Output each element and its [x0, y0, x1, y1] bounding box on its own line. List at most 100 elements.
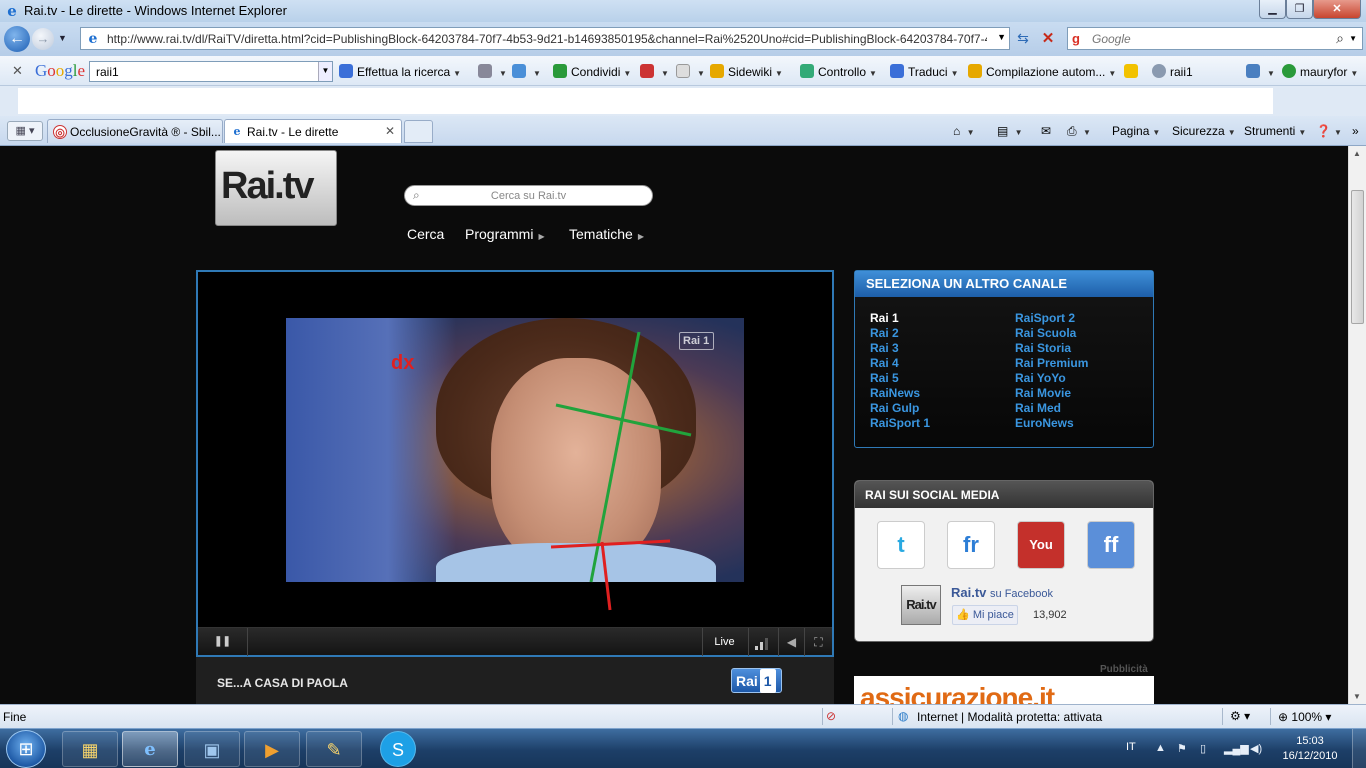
protected-mode-icon[interactable]: ⚙ ▾ — [1230, 709, 1250, 723]
tab-raitv[interactable]: e Rai.tv - Le dirette ✕ — [224, 119, 402, 143]
volume-icon[interactable]: ◀ — [778, 628, 804, 656]
strumenti-menu[interactable]: Strumenti ▼ — [1244, 124, 1306, 138]
facebook-page-name[interactable]: Rai.tv su Facebook — [951, 585, 1053, 600]
maximize-button[interactable]: ❐ — [1286, 0, 1313, 19]
security-zone[interactable]: Internet | Modalità protetta: attivata — [917, 710, 1102, 724]
channel-link[interactable]: RaiSport 1 — [870, 416, 930, 431]
explorer-taskbar-icon[interactable]: ▦ — [62, 731, 118, 767]
channel-link[interactable]: Rai YoYo — [1015, 371, 1088, 386]
channel-link[interactable]: Rai Storia — [1015, 341, 1088, 356]
like-button[interactable]: 👍 Mi piace — [952, 605, 1018, 625]
pagina-menu[interactable]: Pagina ▼ — [1112, 124, 1160, 138]
channel-link[interactable]: EuroNews — [1015, 416, 1088, 431]
channel-link[interactable]: RaiSport 2 — [1015, 311, 1088, 326]
friendfeed-ff-icon[interactable]: ff — [1087, 521, 1135, 569]
channel-link[interactable]: Rai Gulp — [870, 401, 930, 416]
forward-button[interactable]: → — [32, 28, 54, 50]
friendfeed-icon[interactable]: fr — [947, 521, 995, 569]
nav-programmi[interactable]: Programmi ▶ — [465, 226, 545, 242]
address-bar[interactable]: e http://www.rai.tv/dl/RaiTV/diretta.htm… — [80, 27, 1010, 50]
zoom-level[interactable]: ⊕ 100% ▾ — [1278, 710, 1331, 724]
quality-icon[interactable] — [748, 628, 776, 656]
channel-link[interactable]: Rai Movie — [1015, 386, 1088, 401]
show-desktop-button[interactable] — [1352, 729, 1366, 768]
clock[interactable]: 15:03 16/12/2010 — [1280, 734, 1340, 764]
add-button-icon[interactable]: ▼ — [512, 64, 541, 79]
account-button[interactable]: mauryfor ▼ — [1282, 64, 1358, 79]
query-dropdown-icon[interactable]: ▼ — [318, 62, 332, 81]
devices-icon[interactable]: ▯ — [1200, 742, 1214, 755]
condividi-button[interactable]: Condividi ▼ — [553, 64, 631, 79]
fullscreen-icon[interactable]: ⛶ — [804, 628, 832, 656]
skype-taskbar-icon[interactable]: S — [380, 731, 416, 767]
print-button[interactable]: ⎙ ▼ — [1067, 124, 1091, 139]
ad-banner[interactable]: assicurazione.it — [854, 676, 1154, 704]
close-toolbar-icon[interactable]: ✕ — [12, 63, 23, 79]
network-taskbar-icon[interactable]: ▣ — [184, 731, 240, 767]
video-player[interactable]: dx Rai 1 ❚❚ Live ◀ ⛶ — [196, 270, 834, 657]
search-icon[interactable]: ⌕ — [1336, 30, 1344, 47]
quick-tabs-button[interactable]: ▦ ▾ — [7, 121, 43, 141]
toolbar-overflow-icon[interactable]: » — [1352, 124, 1359, 138]
twitter-icon[interactable]: t — [877, 521, 925, 569]
effettua-ricerca-button[interactable]: Effettua la ricerca ▼ — [339, 64, 461, 79]
feeds-button[interactable]: ▤ ▼ — [997, 124, 1023, 138]
minimize-button[interactable]: ▁ — [1259, 0, 1286, 19]
search-dropdown-icon[interactable]: ▼ — [1349, 34, 1357, 43]
channel-link[interactable]: Rai Med — [1015, 401, 1088, 416]
tab-occlusione[interactable]: ◎ OcclusioneGravità ® - Sbil... — [47, 119, 223, 143]
volume-tray-icon[interactable]: ◀) — [1250, 742, 1264, 755]
page-scrollbar[interactable]: ▲ ▼ — [1348, 146, 1366, 704]
action-center-icon[interactable]: ⚑ — [1177, 742, 1191, 755]
channel-link[interactable]: Rai 4 — [870, 356, 930, 371]
user-raii1-button[interactable]: raii1 — [1152, 64, 1193, 79]
close-window-button[interactable]: ✕ — [1313, 0, 1361, 19]
url-text[interactable]: http://www.rai.tv/dl/RaiTV/diretta.html?… — [107, 32, 987, 46]
mail-icon[interactable]: ✉ — [1041, 124, 1051, 138]
pause-button[interactable]: ❚❚ — [198, 628, 248, 656]
channel-link[interactable]: Rai 1 — [870, 311, 930, 326]
raitv-logo[interactable]: Rai.tv — [215, 150, 337, 226]
scroll-thumb[interactable] — [1351, 190, 1364, 324]
sicurezza-menu[interactable]: Sicurezza ▼ — [1172, 124, 1236, 138]
network-signal-icon[interactable]: ▂▄▆ — [1224, 742, 1249, 755]
raitv-fb-avatar[interactable]: Rai.tv — [901, 585, 941, 625]
help-icon[interactable]: ❓ ▼ — [1316, 124, 1342, 138]
ie-taskbar-icon[interactable]: e — [122, 731, 178, 767]
refresh-button[interactable]: ⇆ — [1013, 30, 1033, 48]
channel-link[interactable]: Rai 3 — [870, 341, 930, 356]
url-dropdown-icon[interactable]: ▼ — [997, 32, 1006, 42]
tray-expand-icon[interactable]: ▲ — [1155, 742, 1169, 754]
popup-blocker-icon[interactable]: ▼ — [640, 64, 669, 79]
channel-link[interactable]: Rai 5 — [870, 371, 930, 386]
back-button[interactable]: ← — [4, 26, 30, 52]
privacy-icon[interactable]: ⊘ — [826, 709, 836, 723]
start-button[interactable]: ⊞ — [6, 730, 46, 768]
language-indicator[interactable]: IT — [1126, 741, 1136, 753]
history-dropdown-icon[interactable]: ▼ — [58, 33, 67, 43]
live-button[interactable]: Live — [702, 628, 746, 656]
channel-link[interactable]: RaiNews — [870, 386, 930, 401]
channel-link[interactable]: Rai 2 — [870, 326, 930, 341]
search-box[interactable]: g Google ⌕ ▼ — [1067, 27, 1363, 50]
channel-link[interactable]: Rai Scuola — [1015, 326, 1088, 341]
stop-button[interactable]: ✕ — [1038, 29, 1058, 47]
nav-cerca[interactable]: Cerca — [407, 226, 444, 242]
scroll-down-icon[interactable]: ▼ — [1353, 692, 1361, 701]
new-tab-button[interactable] — [404, 120, 433, 143]
nav-tematiche[interactable]: Tematiche ▶ — [569, 226, 644, 242]
page-menu-icon[interactable]: ▼ — [478, 64, 507, 79]
site-search-input[interactable]: ⌕ Cerca su Rai.tv — [404, 185, 653, 206]
highlighter-icon[interactable] — [1124, 64, 1142, 79]
sidewiki-button[interactable]: Sidewiki ▼ — [710, 64, 783, 79]
google-query-input[interactable]: raii1 ▼ — [89, 61, 333, 82]
controllo-button[interactable]: Controllo ▼ — [800, 64, 877, 79]
youtube-icon[interactable]: You — [1017, 521, 1065, 569]
traduci-button[interactable]: Traduci ▼ — [890, 64, 959, 79]
scroll-up-icon[interactable]: ▲ — [1353, 149, 1361, 158]
close-tab-icon[interactable]: ✕ — [385, 124, 395, 138]
bookmark-icon[interactable]: ▼ — [676, 64, 705, 79]
channel-link[interactable]: Rai Premium — [1015, 356, 1088, 371]
paint-taskbar-icon[interactable]: ✎ — [306, 731, 362, 767]
wrench-icon[interactable]: ▼ — [1246, 64, 1275, 79]
